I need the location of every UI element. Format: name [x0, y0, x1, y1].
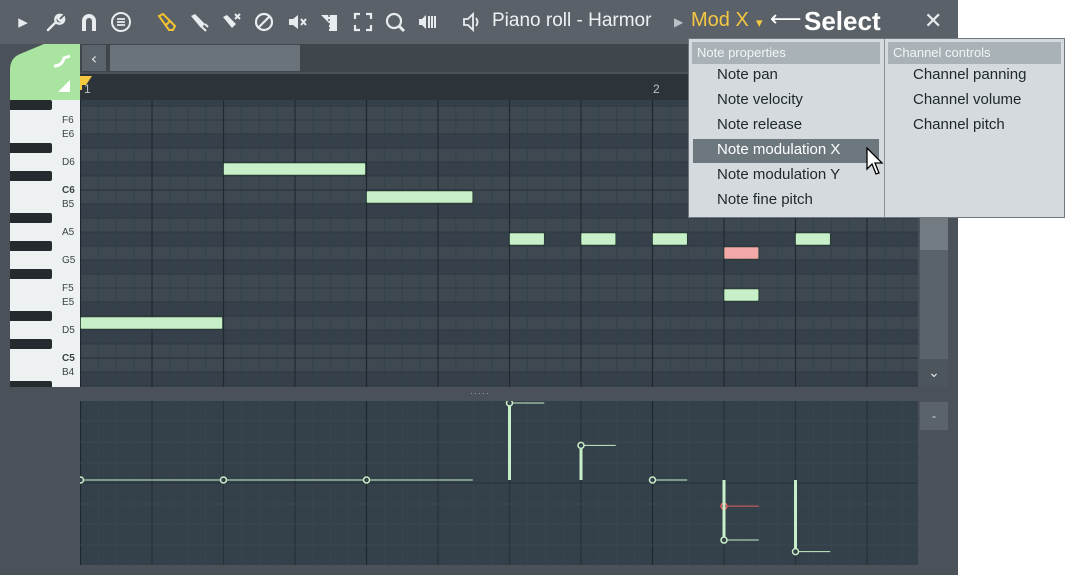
magnet-icon[interactable]	[76, 9, 102, 35]
piano-keyboard[interactable]: F6 E6 D6 C6 B5 A5 G5 F5 E5 D5 C5 B4	[10, 100, 80, 387]
delete-brush-icon[interactable]	[218, 9, 244, 35]
bar-number: 2	[653, 82, 660, 96]
event-editor-canvas[interactable]	[80, 401, 918, 565]
arrow-left-icon: ⟵	[770, 7, 802, 32]
vertical-scroll-thumb[interactable]	[920, 217, 948, 250]
event-handle[interactable]	[362, 476, 371, 484]
key-label: F5	[62, 283, 74, 294]
menu-icon[interactable]	[108, 9, 134, 35]
event-handle[interactable]	[219, 476, 228, 484]
event-handle[interactable]	[577, 441, 585, 450]
menu-item-channel-panning[interactable]: Channel panning	[889, 64, 1060, 88]
key-label: A5	[62, 227, 75, 238]
event-handle[interactable]	[648, 476, 657, 484]
note[interactable]	[723, 288, 760, 302]
note[interactable]	[652, 232, 688, 246]
speaker-icon[interactable]	[458, 9, 484, 35]
event-editor[interactable]	[80, 401, 918, 565]
chevron-down-icon[interactable]: ▾	[756, 15, 763, 31]
black-key[interactable]	[10, 381, 52, 387]
wrench-icon[interactable]	[42, 9, 68, 35]
key-label: E6	[62, 129, 75, 140]
window-title[interactable]: Piano roll - Harmor	[492, 10, 651, 32]
black-key[interactable]	[10, 269, 52, 279]
menu-item-note-fine-pitch[interactable]: Note fine pitch	[693, 189, 879, 213]
black-key[interactable]	[10, 339, 52, 349]
key-label: G5	[62, 255, 76, 266]
slice-icon[interactable]	[316, 9, 342, 35]
key-label: E5	[62, 297, 75, 308]
note[interactable]	[723, 246, 760, 260]
key-label: C5	[62, 353, 75, 364]
note[interactable]	[366, 190, 474, 204]
menu-item-note-release[interactable]: Note release	[693, 114, 879, 138]
black-key[interactable]	[10, 143, 52, 153]
select-icon[interactable]	[350, 9, 376, 35]
zoom-icon[interactable]	[382, 9, 408, 35]
black-key[interactable]	[10, 213, 52, 223]
logo-tab-icon[interactable]	[10, 44, 80, 101]
horizontal-scroll-thumb[interactable]	[110, 45, 300, 71]
scroll-left-icon[interactable]: ‹	[82, 45, 106, 71]
playback-icon[interactable]	[414, 9, 440, 35]
key-label: B5	[62, 199, 75, 210]
note[interactable]	[223, 162, 366, 176]
channel-controls-column: Channel controls Channel panning Channel…	[884, 39, 1064, 217]
target-control-menu: Note properties Note pan Note velocity N…	[688, 38, 1065, 218]
key-label: B4	[62, 367, 75, 378]
black-key[interactable]	[10, 100, 52, 110]
mouse-cursor-icon	[866, 147, 884, 175]
note[interactable]	[80, 316, 223, 330]
play-arrow-icon[interactable]: ▸	[10, 9, 36, 35]
event-handle[interactable]	[505, 401, 514, 407]
menu-header: Channel controls	[888, 42, 1061, 64]
title-separator-icon: ▶	[674, 15, 684, 29]
resize-grip-icon[interactable]: ·····	[470, 388, 490, 398]
black-key[interactable]	[10, 241, 52, 251]
paint-brush-icon[interactable]	[186, 9, 212, 35]
key-label: C6	[62, 185, 75, 196]
menu-item-note-velocity[interactable]: Note velocity	[693, 89, 879, 113]
menu-item-note-modulation-x[interactable]: Note modulation X	[693, 139, 879, 163]
black-key[interactable]	[10, 311, 52, 321]
event-handle[interactable]	[720, 536, 728, 544]
menu-item-channel-pitch[interactable]: Channel pitch	[889, 114, 1060, 138]
event-editor-button[interactable]: -	[920, 402, 948, 430]
mute-icon[interactable]	[251, 9, 277, 35]
black-key[interactable]	[10, 171, 52, 181]
note[interactable]	[509, 232, 545, 246]
note-properties-column: Note properties Note pan Note velocity N…	[689, 39, 883, 217]
speaker-mute-icon[interactable]	[284, 9, 310, 35]
menu-item-note-modulation-y[interactable]: Note modulation Y	[693, 164, 879, 188]
scroll-down-icon[interactable]: ⌄	[920, 359, 948, 387]
note[interactable]	[580, 232, 617, 246]
close-icon[interactable]: ✕	[924, 9, 942, 34]
pencil-icon[interactable]	[154, 9, 180, 35]
key-label: D6	[62, 157, 75, 168]
menu-item-note-pan[interactable]: Note pan	[693, 64, 879, 88]
select-annotation: Select	[804, 6, 881, 36]
menu-header: Note properties	[692, 42, 880, 64]
note[interactable]	[795, 232, 831, 246]
event-handle[interactable]	[80, 476, 85, 484]
bar-number: 1	[84, 82, 91, 96]
menu-item-channel-volume[interactable]: Channel volume	[889, 89, 1060, 113]
key-label: D5	[62, 325, 75, 336]
key-label: F6	[62, 115, 74, 126]
target-control-label[interactable]: Mod X	[691, 9, 749, 32]
event-handle[interactable]	[791, 547, 800, 556]
